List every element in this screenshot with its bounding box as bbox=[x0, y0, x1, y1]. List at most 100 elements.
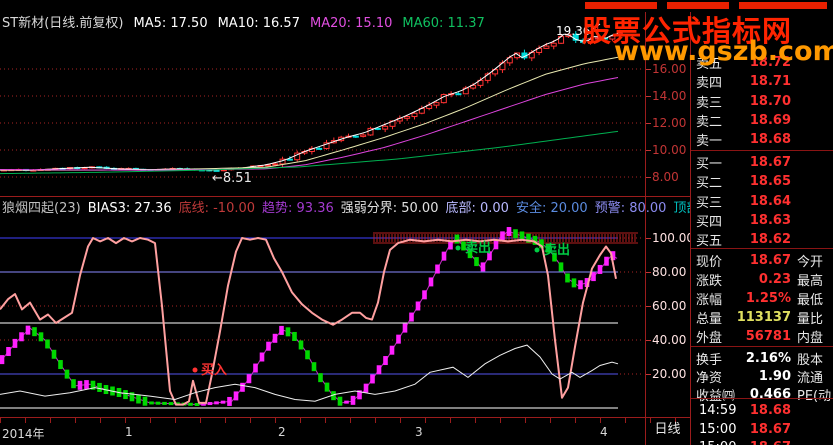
info-row: 涨跌 0.23 最高 bbox=[691, 270, 833, 289]
bid-row-2-label: 买二 bbox=[696, 176, 723, 192]
price-axis-tick bbox=[646, 69, 651, 70]
tick-price: 18.67 bbox=[750, 440, 791, 445]
month-label: 2 bbox=[278, 425, 286, 439]
bid-row-3: 买三 18.64 bbox=[691, 192, 833, 211]
bid-row-1-price: 18.67 bbox=[749, 155, 791, 170]
info-row-price: 0.23 bbox=[758, 272, 791, 287]
indicator-axis-tick bbox=[646, 238, 651, 239]
indicator-axis-tick bbox=[646, 340, 651, 341]
peak-price-annotation: 19.36 bbox=[556, 24, 590, 38]
signal-label: 卖出 bbox=[544, 242, 570, 258]
text-segment: MA60: 11.37 bbox=[402, 16, 485, 31]
info-row: 换手 2.16% 股本 bbox=[691, 349, 833, 368]
info-row: 涨幅 1.25% 最低 bbox=[691, 289, 833, 308]
bid-row-3-label: 买三 bbox=[696, 195, 723, 211]
info-row-price: 56781 bbox=[745, 329, 791, 344]
info-row-label2: 今开 bbox=[797, 255, 824, 270]
text-segment: 狼烟四起(23) bbox=[2, 201, 81, 216]
bid-row-5-price: 18.62 bbox=[749, 232, 791, 248]
ask-row-1: 卖一 18.68 bbox=[691, 130, 833, 149]
price-axis-label: 8.00 bbox=[652, 170, 679, 184]
ask-row-4: 卖四 18.71 bbox=[691, 72, 833, 91]
text-segment: MA10: 16.57 bbox=[217, 16, 300, 31]
bid-row-4: 买四 18.63 bbox=[691, 211, 833, 230]
ask-row-2-price: 18.69 bbox=[749, 112, 791, 128]
info-row: 总量 113137 量比 bbox=[691, 308, 833, 327]
price-axis-label: 12.00 bbox=[652, 116, 687, 130]
signal-label: 买入 bbox=[201, 363, 227, 378]
text-segment: ST新材(日线.前复权) bbox=[2, 16, 124, 31]
info-row-label: 总量 bbox=[696, 312, 723, 327]
info-row-label: 现价 bbox=[696, 255, 723, 270]
quote-panel: 卖五 18.72 卖四 18.71 卖三 18.70 卖二 18.69 卖一 18.68 买一 18.… bbox=[690, 12, 833, 445]
info-row-price: 1.25% bbox=[745, 291, 791, 306]
text-segment: 安全: 20.00 bbox=[515, 201, 588, 216]
panel-separator bbox=[691, 398, 833, 399]
tick-price: 18.68 bbox=[749, 403, 791, 418]
month-label: 1 bbox=[125, 425, 133, 439]
indicator-axis-label: 80.00 bbox=[652, 265, 687, 279]
indicator-chart[interactable]: 买入 卖出 卖出 bbox=[0, 213, 645, 415]
tick-row: 15:00 18.67 bbox=[691, 438, 833, 445]
indicator-axis-label: 20.00 bbox=[652, 367, 687, 381]
main-price-chart[interactable]: 19.36 ←8.51 bbox=[0, 12, 645, 198]
tick-time: 15:00 bbox=[691, 440, 736, 445]
tick-row: 15:00 18.67 bbox=[691, 420, 833, 439]
indicator-axis-tick bbox=[646, 374, 651, 375]
period-button[interactable]: 日线 bbox=[646, 420, 689, 444]
ask-row-2-label: 卖二 bbox=[696, 114, 723, 130]
info-row-label: 涨幅 bbox=[696, 293, 723, 308]
info-row-label: 换手 bbox=[696, 353, 723, 368]
tick-time: 14:59 bbox=[699, 403, 737, 418]
indicator-axis-tick bbox=[646, 272, 651, 273]
stock-app-window: ST新材(日线.前复权) MA5: 17.50 MA10: 16.57 MA20: 1… bbox=[0, 0, 833, 445]
info-row-price: 113137 bbox=[736, 310, 791, 325]
chart-title-bar: ST新材(日线.前复权) MA5: 17.50 MA10: 16.57 MA20: 1… bbox=[2, 12, 495, 31]
watermark-bar bbox=[667, 2, 729, 9]
price-axis-label: 16.00 bbox=[652, 62, 687, 76]
text-segment: 预警: 80.00 bbox=[594, 201, 667, 216]
ask-row-1-price: 18.68 bbox=[749, 132, 791, 148]
bid-row-1: 买一 18.67 bbox=[691, 153, 833, 172]
info-row-price: 2.16% bbox=[745, 351, 791, 366]
panel-separator bbox=[691, 248, 833, 249]
indicator-title-bar: 狼烟四起(23) BIAS3: 27.36 底线: -10.00 趋势: 93.36 强… bbox=[2, 197, 760, 216]
indicator-axis-label: 60.00 bbox=[652, 299, 687, 313]
ask-row-4-label: 卖四 bbox=[696, 76, 723, 92]
ask-row-1-label: 卖一 bbox=[696, 134, 723, 150]
ask-row-2: 卖二 18.69 bbox=[691, 111, 833, 130]
watermark-bar bbox=[739, 2, 827, 9]
info-row-price: 0.466 bbox=[749, 387, 791, 402]
price-axis-tick bbox=[646, 96, 651, 97]
panel-separator bbox=[691, 346, 833, 347]
price-axis-tick bbox=[646, 177, 651, 178]
axis-left-border bbox=[645, 12, 646, 445]
info-row: 外盘 56781 内盘 bbox=[691, 327, 833, 346]
price-axis-label: 10.00 bbox=[652, 143, 687, 157]
text-segment: 底线: -10.00 bbox=[178, 201, 256, 216]
ask-row-3-label: 卖三 bbox=[696, 95, 723, 111]
bid-row-2-price: 18.65 bbox=[749, 174, 791, 190]
bid-row-5: 买五 18.62 bbox=[691, 230, 833, 249]
bid-row-4-label: 买四 bbox=[696, 214, 723, 230]
info-row-label: 涨跌 bbox=[696, 274, 723, 289]
info-row-label2: 最低 bbox=[797, 293, 824, 308]
bid-row-3-price: 18.64 bbox=[749, 193, 791, 209]
info-row-label2: 股本 bbox=[797, 353, 824, 368]
time-axis-ticks bbox=[0, 418, 690, 423]
month-label: 4 bbox=[600, 425, 608, 439]
bid-row-5-label: 买五 bbox=[696, 234, 723, 250]
low-price-annotation: ←8.51 bbox=[212, 171, 252, 186]
panel-separator bbox=[691, 150, 833, 151]
bid-row-2: 买二 18.65 bbox=[691, 172, 833, 191]
ask-row-5: 卖五 18.72 bbox=[691, 53, 833, 72]
ask-row-5-price: 18.72 bbox=[749, 55, 791, 70]
info-row-label2: 最高 bbox=[797, 274, 824, 289]
signal-label: 卖出 bbox=[465, 240, 491, 256]
info-row-label: 净资 bbox=[696, 371, 723, 386]
month-label: 3 bbox=[415, 425, 423, 439]
info-row: 净资 1.90 流通 bbox=[691, 367, 833, 386]
ask-row-4-price: 18.71 bbox=[749, 74, 791, 90]
info-row-label: 外盘 bbox=[696, 331, 723, 346]
info-row-label2: 内盘 bbox=[797, 331, 824, 346]
